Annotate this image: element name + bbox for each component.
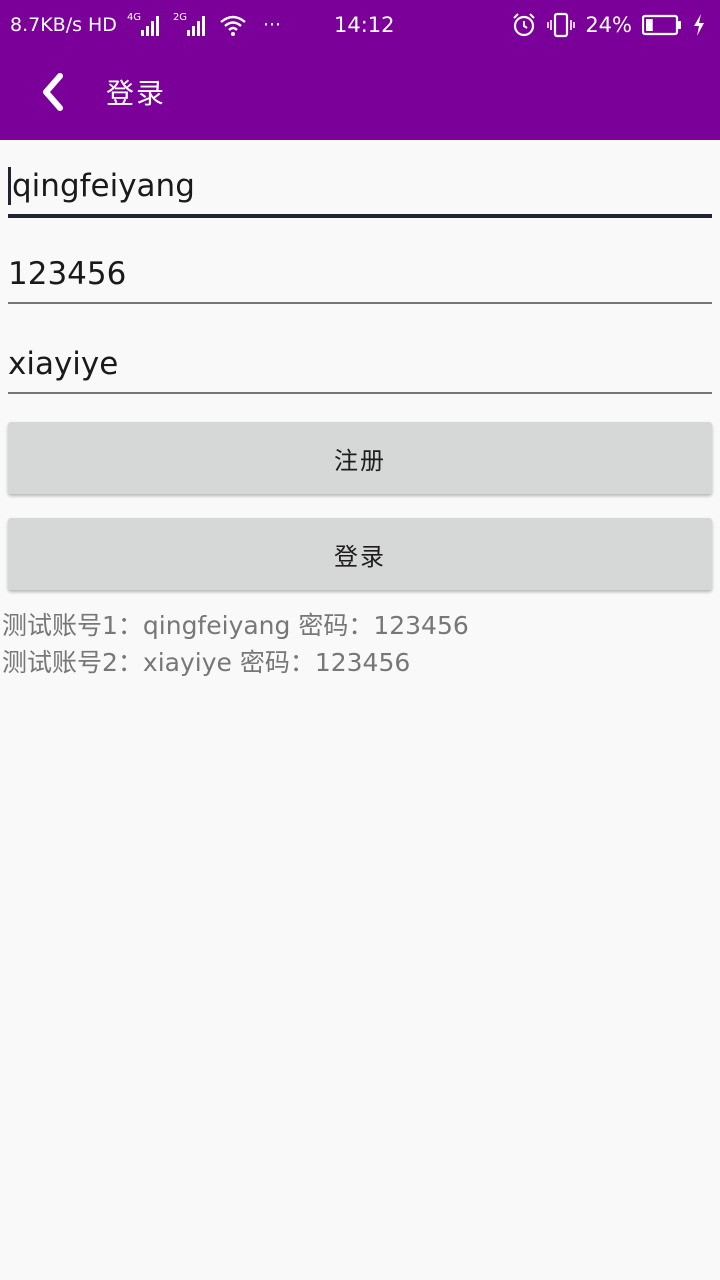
username-field[interactable]: qingfeiyang (8, 158, 712, 218)
more-notifications: ··· (262, 14, 282, 36)
hd-indicator: HD (88, 14, 117, 36)
vibrate-icon (547, 12, 576, 38)
nickname-field[interactable]: xiayiye (8, 336, 712, 394)
test-account-hint-1: 测试账号1：qingfeiyang 密码：123456 (2, 611, 469, 640)
nickname-value: xiayiye (8, 346, 119, 382)
password-field[interactable]: 123456 (8, 246, 712, 304)
battery-icon (642, 14, 681, 36)
charging-icon (694, 14, 704, 36)
app-toolbar: 登录 (0, 50, 720, 140)
back-arrow-icon[interactable] (38, 70, 72, 114)
status-right: 24% (511, 0, 706, 50)
wifi-icon (220, 15, 246, 36)
password-value: 123456 (8, 256, 127, 292)
signal-icon: 4G (127, 12, 159, 36)
page-title: 登录 (106, 77, 167, 110)
battery-percent: 24% (585, 13, 632, 37)
test-account-hint-2: 测试账号2：xiayiye 密码：123456 (2, 648, 411, 677)
text-cursor (8, 167, 11, 205)
alarm-icon (513, 13, 536, 37)
network-type-label: 4G (126, 12, 142, 23)
network-type-label: 2G (172, 12, 188, 23)
status-left: 8.7KB/s HD 4G 2G ··· (10, 0, 281, 50)
register-button[interactable]: 注册 (8, 422, 712, 494)
login-button[interactable]: 登录 (8, 518, 712, 590)
username-value: qingfeiyang (12, 168, 195, 204)
clock: 14:12 (334, 13, 395, 37)
status-bar: 8.7KB/s HD 4G 2G ··· 14:12 24% (0, 0, 720, 50)
network-speed: 8.7KB/s (10, 14, 83, 36)
signal-icon: 2G (173, 12, 205, 36)
